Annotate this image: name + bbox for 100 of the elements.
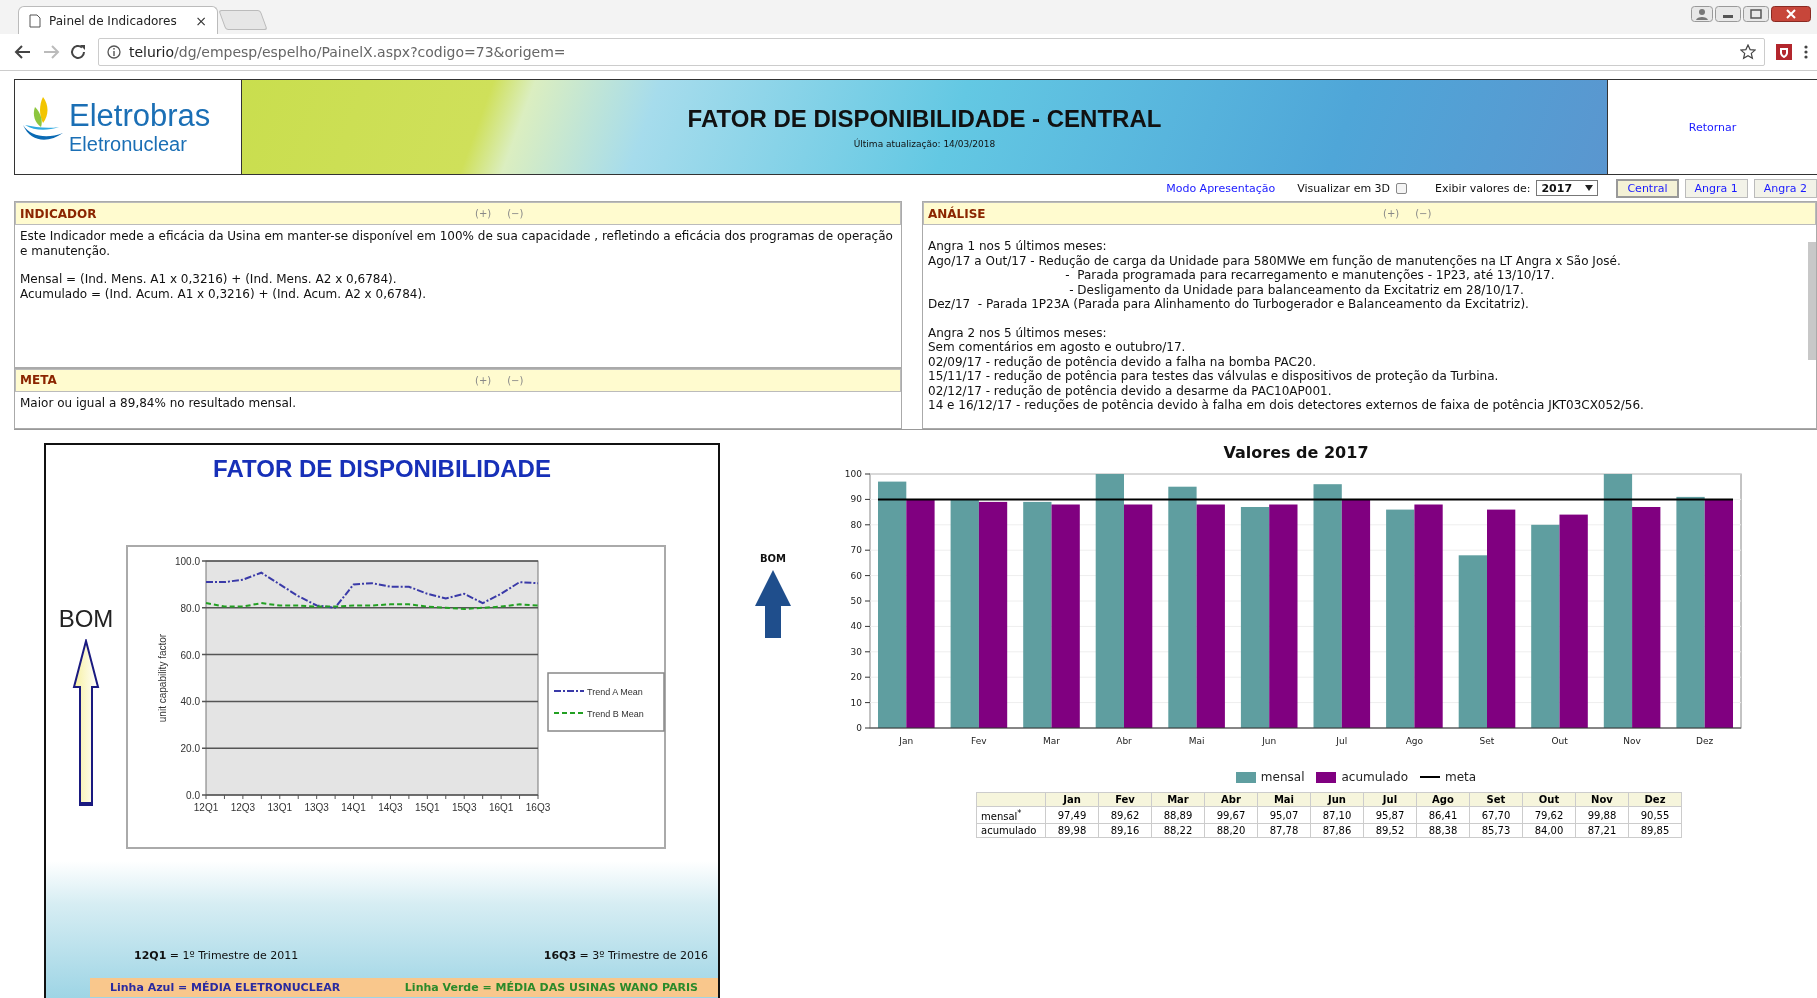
- url-text: telurio/dg/empesp/espelho/PainelX.aspx?codigo=73&origem=: [129, 44, 566, 60]
- column-header: Abr: [1204, 792, 1258, 807]
- minimize-icon[interactable]: [1715, 6, 1741, 22]
- paragraph: Angra 2 nos 5 últimos meses: Sem comentários em agosto e outubro/17. 02/09/17 - redução de potência devido a falha na bomba PAC20. 15/11/17 - redução de potência para testes das válvulas e dispositivos de proteção da Turbina. 02/12/17 - redução de potência devido a desarme da PAC10AP001. 14 e 16/12/17 - reduções de potência devido à falha em dois detectores externos de faixa de potência JKT03CX052/56.: [928, 325, 1645, 413]
- table-cell: 89,16: [1098, 823, 1152, 838]
- view-3d-label: Visualizar em 3D: [1297, 181, 1391, 195]
- star-icon[interactable]: [1740, 44, 1756, 60]
- axis-title: unit capability factor: [157, 633, 168, 723]
- column-header: Nov: [1575, 792, 1629, 807]
- tick-label: Out: [1551, 736, 1568, 746]
- logo-subtitle: Eletronuclear: [69, 132, 188, 156]
- column-header: Jan: [1045, 792, 1099, 807]
- tick-label: 100: [844, 469, 862, 479]
- tick-label: 0: [856, 723, 862, 733]
- collapse-link[interactable]: (−): [1415, 208, 1432, 219]
- shield-icon[interactable]: [1775, 43, 1793, 61]
- close-icon[interactable]: [1771, 6, 1811, 22]
- tick-label: Jan: [899, 736, 914, 746]
- tick-label: 80.0: [180, 602, 200, 614]
- table-cell: 89,52: [1363, 823, 1417, 838]
- browser-tab[interactable]: Painel de Indicadores ×: [18, 6, 218, 34]
- unit-button[interactable]: Angra 1: [1684, 178, 1748, 198]
- collapse-link[interactable]: (−): [507, 374, 524, 386]
- unit-button[interactable]: Angra 2: [1753, 178, 1817, 198]
- tick-label: Abr: [1116, 736, 1132, 746]
- address-field[interactable]: telurio/dg/empesp/espelho/PainelX.aspx?codigo=73&origem=: [98, 38, 1765, 66]
- column-header: Set: [1469, 792, 1523, 807]
- year-dropdown[interactable]: 2017: [1536, 180, 1599, 196]
- table-cell: 87,21: [1575, 823, 1629, 838]
- legend-text: Linha Verde = MÉDIA DAS USINAS WANO PARIS: [404, 981, 698, 994]
- tick-label: 16Q3: [525, 802, 551, 813]
- tick-label: Mai: [1188, 736, 1205, 746]
- column-header: Out: [1522, 792, 1576, 807]
- tick-label: 60.0: [180, 649, 200, 661]
- tick-label: Ago: [1405, 736, 1424, 746]
- table-cell: 67,70: [1469, 806, 1523, 824]
- table-cell: 95,07: [1257, 806, 1311, 824]
- info-icon: [107, 45, 121, 59]
- panel-title: ANÁLISE: [928, 206, 987, 221]
- column-header: Fev: [1098, 792, 1152, 807]
- legend-text: Linha Azul = MÉDIA ELETRONUCLEAR: [110, 981, 341, 994]
- expand-link[interactable]: (+): [475, 374, 492, 386]
- show-values-label: Exibir valores de:: [1435, 181, 1531, 195]
- tick-label: 14Q3: [378, 802, 403, 813]
- column-header: Jul: [1363, 792, 1417, 807]
- tick-label: Jun: [1262, 736, 1277, 746]
- expand-link[interactable]: (+): [1383, 208, 1400, 219]
- close-tab-button[interactable]: ×: [195, 12, 207, 29]
- tick-label: 20.0: [180, 743, 200, 755]
- unit-button[interactable]: Central: [1616, 178, 1679, 198]
- tick-label: 60: [850, 570, 862, 581]
- paragraph: Este Indicador mede a eficácia da Usina em manter-se disponível em 100% de sua capacidade , refletindo a eficácia dos programas de operação e manutenção.: [20, 229, 894, 258]
- maximize-icon[interactable]: [1743, 6, 1769, 22]
- page-title: FATOR DE DISPONIBILIDADE - CENTRAL: [687, 105, 1162, 133]
- legend-label: meta: [1445, 770, 1477, 784]
- panel-title: INDICADOR: [20, 206, 98, 221]
- tick-label: Dez: [1696, 736, 1714, 746]
- table-cell: 84,00: [1522, 823, 1576, 838]
- expand-link[interactable]: (+): [475, 208, 492, 219]
- presentation-link[interactable]: Modo Apresentação: [1166, 181, 1276, 195]
- back-link[interactable]: Retornar: [1688, 120, 1737, 134]
- tick-label: 13Q1: [267, 802, 292, 813]
- column-header: Dez: [1628, 792, 1682, 807]
- panel-title: META: [20, 373, 58, 387]
- table-cell: 99,67: [1204, 806, 1258, 824]
- paragraph: Angra 1 nos 5 últimos meses: Ago/17 a Out/17 - Redução de carga da Unidade para 580MWe em função de manutenções na LT Angra x São José. - Parada programada para recarregamento e manutenções - 1P23, até 13/10/17. - Desligamento da Unidade para balanceamento da Excitatriz em 28/10/17. Dez/17 - Parada 1P23A (Parada para Alinhamento do Turbogerador e Balanceamento da Excitatriz).: [928, 239, 1622, 312]
- reload-icon[interactable]: [70, 44, 88, 60]
- tick-label: 15Q3: [452, 802, 477, 813]
- logo-text: Eletrobras: [69, 98, 211, 133]
- paragraph: Mensal = (Ind. Mens. A1 x 0,3216) + (Ind. Mens. A2 x 0,6784). Acumulado = (Ind. Acum. A1 x 0,3216) + (Ind. Acum. A2 x 0,6784).: [20, 272, 427, 301]
- checkbox[interactable]: [1396, 182, 1408, 194]
- table-cell: 86,41: [1416, 806, 1470, 824]
- tick-label: 80: [850, 519, 862, 530]
- table-cell: 88,20: [1204, 823, 1258, 838]
- scrollbar[interactable]: [1808, 242, 1816, 360]
- table-cell: 89,85: [1628, 823, 1682, 838]
- tick-label: 30: [850, 646, 862, 657]
- tick-label: Jul: [1336, 736, 1348, 746]
- table-cell: 79,62: [1522, 806, 1576, 824]
- table-cell: 99,88: [1575, 806, 1629, 824]
- tick-label: Fev: [971, 736, 987, 746]
- table-cell: 89,62: [1098, 806, 1152, 824]
- column-header: Ago: [1416, 792, 1470, 807]
- menu-icon[interactable]: [1803, 44, 1809, 60]
- tick-label: Mar: [1042, 736, 1060, 746]
- table-cell: 88,89: [1151, 806, 1205, 824]
- chart-title: Valores de 2017: [1223, 443, 1369, 462]
- column-header: Mai: [1257, 792, 1311, 807]
- table-cell: 85,73: [1469, 823, 1523, 838]
- footnote: 12Q1 = 1º Trimestre de 2011: [134, 949, 299, 962]
- legend-line: [553, 712, 585, 714]
- back-icon[interactable]: [14, 44, 32, 60]
- user-icon[interactable]: [1691, 6, 1713, 22]
- table-cell: 88,22: [1151, 823, 1205, 838]
- column-header: Mar: [1151, 792, 1205, 807]
- tick-label: 16Q1: [488, 802, 514, 813]
- row-header: acumulado: [976, 823, 1046, 838]
- tick-label: 12Q1: [193, 802, 219, 813]
- collapse-link[interactable]: (−): [507, 208, 524, 219]
- legend-label: Trend A Mean: [587, 687, 643, 697]
